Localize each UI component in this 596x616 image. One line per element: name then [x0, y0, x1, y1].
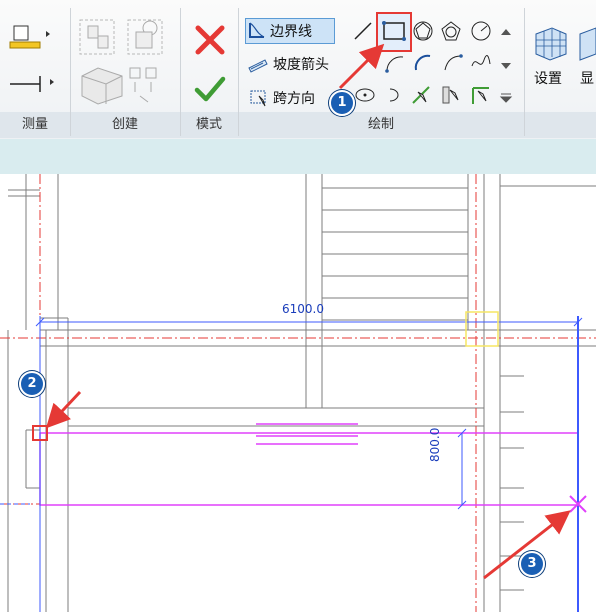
callout-3: 3 — [519, 551, 545, 577]
slope-arrow-icon — [248, 59, 268, 73]
panel-label-draw: 绘制 — [367, 117, 394, 132]
show-work-plane-icon[interactable] — [578, 22, 596, 62]
line-tool-icon[interactable] — [352, 20, 374, 42]
tangent-arc-tool-icon[interactable] — [442, 52, 464, 74]
partial-ellipse-tool-icon[interactable] — [384, 84, 406, 106]
settings-label[interactable]: 设置 — [534, 68, 562, 88]
circle-tool-icon[interactable] — [470, 20, 492, 42]
panel-label-create: 创建 — [111, 117, 138, 132]
panel-label-measure: 测量 — [21, 117, 48, 132]
measure-ruler-icon[interactable] — [8, 22, 52, 50]
slope-arrow-button[interactable]: 坡度箭头 — [247, 52, 329, 76]
center-end-arc-tool-icon[interactable] — [412, 52, 434, 74]
panel-label-mode: 模式 — [195, 117, 222, 132]
cancel-edit-mode-icon[interactable] — [194, 24, 226, 56]
finish-edit-mode-icon[interactable] — [194, 74, 226, 104]
gallery-expand-icon[interactable] — [498, 86, 514, 106]
span-direction-button[interactable]: 跨方向 — [249, 86, 315, 110]
dimension-horizontal[interactable]: 6100.0 — [282, 302, 324, 316]
inscribed-polygon-tool-icon[interactable] — [412, 20, 434, 42]
span-direction-icon — [250, 90, 266, 107]
callout-1: 1 — [329, 90, 355, 116]
show-label[interactable]: 显 — [580, 68, 594, 88]
circumscribed-polygon-tool-icon[interactable] — [440, 20, 462, 42]
floor-plan-drawing — [0, 174, 596, 612]
boundary-line-button[interactable]: 边界线 — [245, 18, 335, 44]
work-plane-grid-icon[interactable] — [530, 22, 570, 62]
panel-separator — [524, 8, 525, 136]
pick-walls-tool-icon[interactable] — [440, 84, 462, 106]
measure-distance-icon[interactable] — [8, 72, 58, 96]
span-direction-label: 跨方向 — [273, 91, 315, 107]
options-bar — [0, 139, 596, 175]
pick-lines-tool-icon[interactable] — [410, 84, 432, 106]
drawing-canvas[interactable]: 6100.0 800.0 — [0, 174, 596, 612]
rectangle-tool-icon[interactable] — [376, 12, 412, 52]
create-parts-icon[interactable] — [78, 62, 170, 106]
ribbon: 测量 创建 模式 边界线 坡度箭头 跨方向 绘制 设置 显 — [0, 0, 596, 140]
boundary-line-icon — [249, 22, 265, 38]
gallery-scroll-up-icon[interactable] — [498, 22, 514, 42]
ellipse-tool-icon[interactable] — [354, 84, 376, 106]
spline-tool-icon[interactable] — [470, 52, 492, 74]
gallery-scroll-down-icon[interactable] — [498, 56, 514, 76]
pick-supports-tool-icon[interactable] — [470, 84, 492, 106]
slope-arrow-label: 坡度箭头 — [273, 57, 329, 73]
start-end-arc-tool-icon[interactable] — [384, 52, 406, 74]
callout-2: 2 — [19, 371, 45, 397]
create-group-icon[interactable] — [78, 14, 168, 58]
boundary-line-label: 边界线 — [270, 24, 312, 40]
dimension-vertical[interactable]: 800.0 — [428, 422, 442, 462]
